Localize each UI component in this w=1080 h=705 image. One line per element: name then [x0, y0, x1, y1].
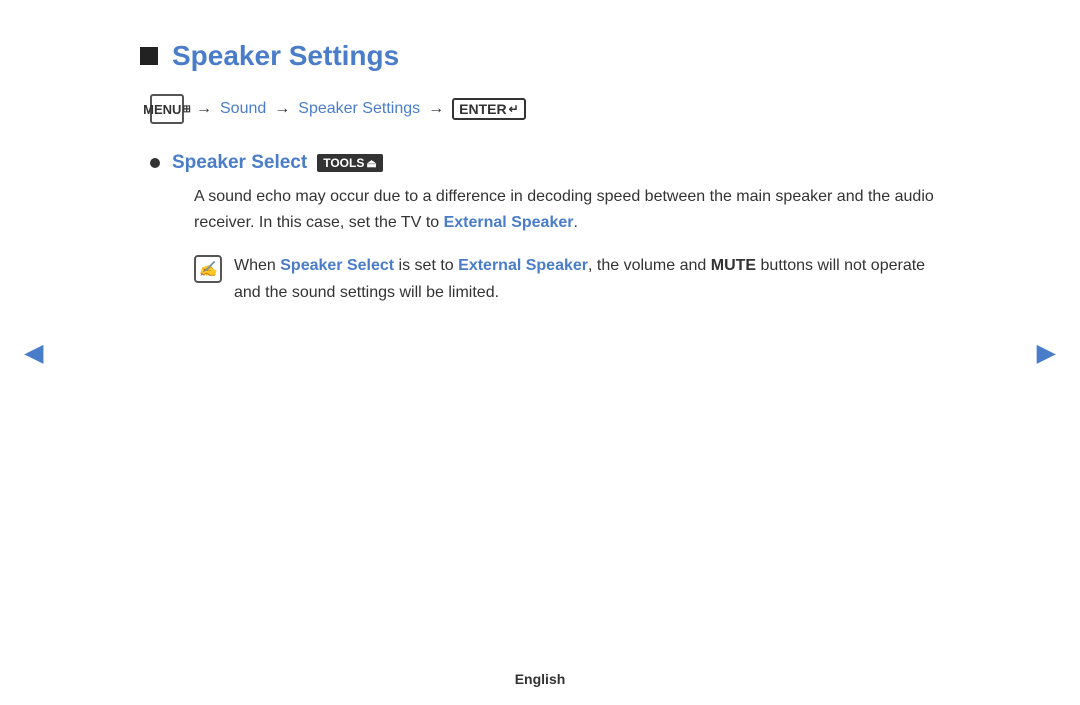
footer-language: English	[515, 671, 566, 687]
breadcrumb: MENU⊞ → Sound → Speaker Settings → ENTER…	[150, 94, 940, 124]
note-text: When Speaker Select is set to External S…	[234, 253, 940, 306]
note-box: ✍ When Speaker Select is set to External…	[194, 253, 940, 306]
section-description: A sound echo may occur due to a differen…	[194, 184, 940, 235]
section-list: Speaker Select TOOLS⏏ A sound echo may o…	[150, 152, 940, 306]
list-item: Speaker Select TOOLS⏏ A sound echo may o…	[150, 152, 940, 306]
speaker-select-link: Speaker Select	[280, 257, 394, 274]
breadcrumb-arrow-2: →	[274, 100, 290, 118]
tools-badge: TOOLS⏏	[317, 154, 383, 172]
breadcrumb-sound: Sound	[220, 100, 266, 118]
nav-left-arrow[interactable]: ◄	[18, 334, 50, 371]
nav-right-arrow[interactable]: ►	[1030, 334, 1062, 371]
external-speaker-link-1: External Speaker	[444, 214, 574, 231]
page-title-row: Speaker Settings	[140, 40, 940, 72]
note-icon: ✍	[194, 255, 222, 283]
section-body: Speaker Select TOOLS⏏ A sound echo may o…	[172, 152, 940, 306]
page-title: Speaker Settings	[172, 40, 399, 72]
bullet-icon	[150, 158, 160, 168]
section-title: Speaker Select	[172, 152, 307, 174]
tools-icon: ⏏	[366, 157, 376, 170]
main-content: Speaker Settings MENU⊞ → Sound → Speaker…	[60, 0, 1020, 358]
breadcrumb-arrow-3: →	[428, 100, 444, 118]
section-header: Speaker Select TOOLS⏏	[172, 152, 940, 174]
menu-icon: MENU⊞	[150, 94, 184, 124]
enter-icon: ENTER↵	[452, 98, 526, 120]
breadcrumb-arrow-1: →	[196, 100, 212, 118]
title-square-icon	[140, 47, 158, 65]
external-speaker-link-2: External Speaker	[458, 257, 588, 274]
breadcrumb-speaker-settings: Speaker Settings	[298, 100, 420, 118]
mute-label: MUTE	[711, 257, 756, 274]
